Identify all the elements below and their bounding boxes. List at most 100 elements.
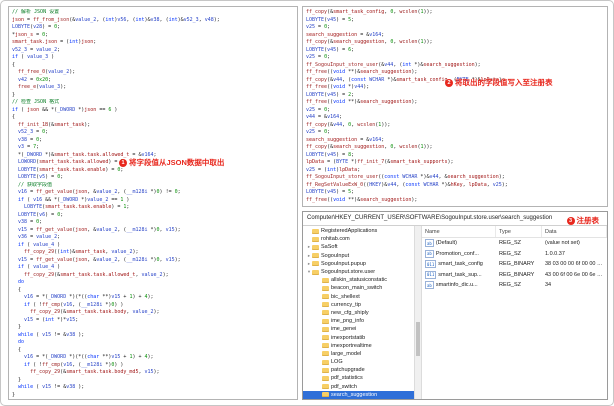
code-line[interactable]: search_suggestion = &v164;: [306, 137, 607, 145]
tree-item-new_cfg_shiply[interactable]: new_cfg_shiply: [303, 309, 414, 317]
code-line[interactable]: v52_3 = 0;: [12, 129, 297, 137]
code-line[interactable]: v42 = 0x20;: [12, 77, 297, 85]
tree-item-patchupgrade[interactable]: patchupgrade: [303, 366, 414, 374]
registry-address-bar[interactable]: Computer\HKEY_CURRENT_USER\SOFTWARE\Sogo…: [303, 212, 607, 226]
code-line[interactable]: v15 = ff_get_value(json, &value_2, (__m1…: [12, 227, 297, 235]
tree-item-large_model[interactable]: large_model: [303, 350, 414, 358]
tree-item-RegisteredApplications[interactable]: RegisteredApplications: [303, 227, 414, 235]
tree-item-pdf_switch[interactable]: pdf_switch: [303, 383, 414, 391]
code-line[interactable]: v16 = *(_DWORD *)(*((char **)v15 + 1) + …: [12, 294, 297, 302]
code-line[interactable]: if ( value_4 ): [12, 242, 297, 250]
code-line[interactable]: v25 = 0;: [306, 107, 607, 115]
code-line[interactable]: ff_free_0(value_2);: [12, 69, 297, 77]
code-line[interactable]: ff_copy_29(&smart_task.task.allowed_t, v…: [12, 272, 297, 280]
tree-scrollbar[interactable]: [415, 226, 422, 399]
code-line[interactable]: if ( json && *(_DWORD *)json == 6 ): [12, 107, 297, 115]
tree-item-search_suggestion[interactable]: search_suggestion: [303, 391, 414, 399]
code-line[interactable]: do: [12, 339, 297, 347]
tree-item-pdf_statistics[interactable]: pdf_statistics: [303, 374, 414, 382]
code-line[interactable]: *json_s = 0;: [12, 32, 297, 40]
code-line[interactable]: // 检查 JSON 格式: [12, 99, 297, 107]
code-line[interactable]: ff_init_1B(&smart_task);: [12, 122, 297, 130]
code-line[interactable]: lpData = (BYTE *)ff_init_7(&smart_task_s…: [306, 159, 607, 167]
code-line[interactable]: if ( value_4 ): [12, 264, 297, 272]
code-line[interactable]: LOBYTE(v45) = 5;: [306, 189, 607, 197]
code-line[interactable]: ff_copy_29((int)&smart_task, value_2);: [12, 249, 297, 257]
code-line[interactable]: v52_3 = value_2;: [12, 47, 297, 55]
code-line[interactable]: v36 = value_2;: [12, 234, 297, 242]
tree-item-allskin_statusiconstatic[interactable]: allskin_statusiconstatic: [303, 276, 414, 284]
code-line[interactable]: LOBYTE(v45) = 6;: [306, 47, 607, 55]
code-line[interactable]: if ( value_3 ): [12, 54, 297, 62]
code-line[interactable]: search_suggestion = &v164;: [306, 32, 607, 40]
code-line[interactable]: ff_free((void **)&search_suggestion);: [306, 69, 607, 77]
column-header-name[interactable]: Name: [422, 226, 496, 237]
code-line[interactable]: ff_copy(&search_suggestion, 0, wcslen(…: [306, 144, 607, 152]
code-line[interactable]: ff_RegSetValueExW_0((HKEY)&v44, (const W…: [306, 182, 607, 190]
code-line[interactable]: v16 = *(_DWORD *)(*((char **)v15 + 1) + …: [12, 354, 297, 362]
code-line[interactable]: LOBYTE(v45) = 2;: [306, 92, 607, 100]
code-line[interactable]: v16 = ff_get_value(json, &value_2, (__m1…: [12, 189, 297, 197]
code-line[interactable]: ff_copy(&search_suggestion, 0, wcslen(…: [306, 39, 607, 47]
column-header-data[interactable]: Data: [542, 226, 607, 237]
code-line[interactable]: LOBYTE(smart_task.task.enable) = 1;: [12, 204, 297, 212]
code-line[interactable]: LOBYTE(v45) = 5;: [306, 17, 607, 25]
tree-item-SogouInput.store.user[interactable]: ▾ SogouInput.store.user: [303, 268, 414, 276]
code-line[interactable]: v25 = 0;: [306, 24, 607, 32]
registry-value-row[interactable]: ab Promotion_conf... REG_SZ 1.0.0.37: [422, 249, 607, 260]
code-line[interactable]: v38 = 0;: [12, 219, 297, 227]
registry-value-row[interactable]: ab smartinfo_dic.u... REG_SZ 34: [422, 280, 607, 291]
code-line[interactable]: LOBYTE(v6) = 0;: [12, 212, 297, 220]
code-line[interactable]: while ( v15 != &v38 );: [12, 384, 297, 392]
tree-item-beacon_main_switch[interactable]: beacon_main_switch: [303, 284, 414, 292]
code-line[interactable]: ff_copy_29(&smart_task.task.body, value_…: [12, 309, 297, 317]
code-line[interactable]: v25 = 0;: [306, 54, 607, 62]
code-line[interactable]: LOBYTE(v45) = 8;: [306, 152, 607, 160]
code-line[interactable]: json = ff_from_json(&value_2, (int)v56, …: [12, 17, 297, 25]
code-line[interactable]: {: [12, 287, 297, 295]
tree-item-SogouInput.pupup[interactable]: ▸ SogouInput.pupup: [303, 260, 414, 268]
tree-item-LOG[interactable]: LOG: [303, 358, 414, 366]
code-line[interactable]: ff_free((void **)&search_suggestion);: [306, 197, 607, 205]
code-line[interactable]: }: [12, 392, 297, 400]
registry-value-row[interactable]: 011 smart_task_sup... REG_BINARY 43 00 6f 0…: [422, 270, 607, 281]
tree-item-currency_tip[interactable]: currency_tip: [303, 301, 414, 309]
code-line[interactable]: free_e(value_3);: [12, 84, 297, 92]
registry-value-row[interactable]: ab (Default) REG_SZ (value not set): [422, 238, 607, 249]
code-line[interactable]: v25 = 0;: [306, 129, 607, 137]
code-line[interactable]: if ( !ff_cmp(v16, (__m128i *)0) ): [12, 362, 297, 370]
tree-item-bic_shellext[interactable]: bic_shellext: [303, 293, 414, 301]
tree-item-imexportstatib[interactable]: imexportstatib: [303, 333, 414, 341]
registry-value-row[interactable]: 011 smart_task_config REG_BINARY 38 03 00 0…: [422, 259, 607, 270]
code-line[interactable]: LOBYTE(v28) = 0;: [12, 24, 297, 32]
code-line[interactable]: ff_SogouInput_store_user((const WCHAR *)…: [306, 174, 607, 182]
tree-item-SogouInput[interactable]: ▸ SogouInput: [303, 252, 414, 260]
column-header-type[interactable]: Type: [496, 226, 542, 237]
code-line[interactable]: ff_free((void **)&search_suggestion);: [306, 99, 607, 107]
code-line[interactable]: v25 = (int)lpData;: [306, 167, 607, 175]
code-line[interactable]: {: [12, 62, 297, 70]
code-line[interactable]: v15 = (int *)*v15;: [12, 317, 297, 325]
code-line[interactable]: if ( !ff_cmp(v16, (__m128i *)0) ): [12, 302, 297, 310]
tree-item-SaSoft[interactable]: ▸ SaSoft: [303, 243, 414, 251]
code-line[interactable]: v38 = 0;: [12, 137, 297, 145]
code-line[interactable]: while ( v15 != &v38 );: [12, 332, 297, 340]
code-line[interactable]: {: [12, 347, 297, 355]
tree-item-ime_png_info[interactable]: ime_png_info: [303, 317, 414, 325]
tree-item-ime_genei[interactable]: ime_genei: [303, 325, 414, 333]
code-line[interactable]: ff_SogouInput_store_user(&v44, (int *)&s…: [306, 62, 607, 70]
code-line[interactable]: LOBYTE(v5) = 0;: [12, 174, 297, 182]
code-line[interactable]: ff_copy(&smart_task_config, 0, wcslen(…: [306, 9, 607, 17]
code-line[interactable]: smart_task.json = (int)json;: [12, 39, 297, 47]
code-line[interactable]: ff_copy_29(&smart_task.task.body_md5, v1…: [12, 369, 297, 377]
code-line[interactable]: // 获取字段值: [12, 182, 297, 190]
code-line[interactable]: {: [12, 114, 297, 122]
code-line[interactable]: }: [12, 377, 297, 385]
code-line[interactable]: }: [12, 324, 297, 332]
code-line[interactable]: ff_copy(&v44, 0, wcslen(1));: [306, 122, 607, 130]
scrollbar-thumb[interactable]: [416, 322, 420, 356]
code-line[interactable]: v15 = ff_get_value(json, &value_2, (__m1…: [12, 257, 297, 265]
tree-item-rohitab.com[interactable]: rohitab.com: [303, 235, 414, 243]
code-line[interactable]: v3 = 7;: [12, 144, 297, 152]
code-line[interactable]: }: [12, 92, 297, 100]
